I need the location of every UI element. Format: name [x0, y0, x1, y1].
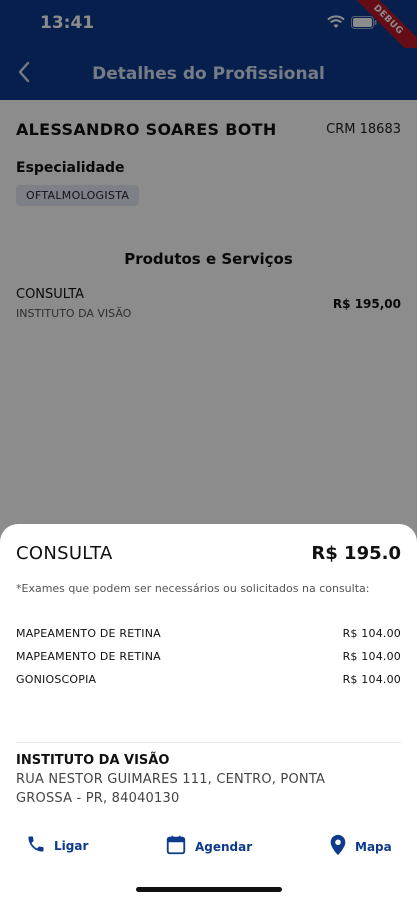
exam-row: MAPEAMENTO DE RETINA R$ 104.00: [16, 627, 401, 650]
exams-note: *Exames que podem ser necessários ou sol…: [16, 582, 370, 595]
exam-row: MAPEAMENTO DE RETINA R$ 104.00: [16, 650, 401, 673]
calendar-icon: [165, 834, 187, 859]
exam-price: R$ 104.00: [342, 673, 401, 686]
call-button[interactable]: Ligar: [26, 834, 88, 857]
action-bar: Ligar Agendar Mapa: [0, 834, 417, 860]
home-indicator: [136, 887, 282, 892]
place-name: INSTITUTO DA VISÃO: [16, 753, 170, 768]
phone-icon: [26, 834, 46, 857]
place-address: RUA NESTOR GUIMARES 111, CENTRO, PONTA G…: [16, 772, 326, 806]
exam-price: R$ 104.00: [342, 627, 401, 640]
sheet-title: CONSULTA: [16, 543, 113, 564]
schedule-label: Agendar: [195, 839, 253, 854]
map-button[interactable]: Mapa: [329, 834, 392, 859]
exam-name: MAPEAMENTO DE RETINA: [16, 650, 161, 663]
exam-name: MAPEAMENTO DE RETINA: [16, 627, 161, 640]
divider: [16, 742, 401, 743]
exam-name: GONIOSCOPIA: [16, 673, 97, 686]
location-pin-icon: [329, 834, 347, 859]
service-bottom-sheet: CONSULTA R$ 195.0 *Exames que podem ser …: [0, 524, 417, 900]
exam-list: MAPEAMENTO DE RETINA R$ 104.00 MAPEAMENT…: [16, 627, 401, 696]
exam-price: R$ 104.00: [342, 650, 401, 663]
call-label: Ligar: [54, 838, 89, 853]
schedule-button[interactable]: Agendar: [165, 834, 252, 859]
map-label: Mapa: [355, 839, 392, 854]
sheet-price: R$ 195.0: [311, 543, 401, 564]
exam-row: GONIOSCOPIA R$ 104.00: [16, 673, 401, 696]
